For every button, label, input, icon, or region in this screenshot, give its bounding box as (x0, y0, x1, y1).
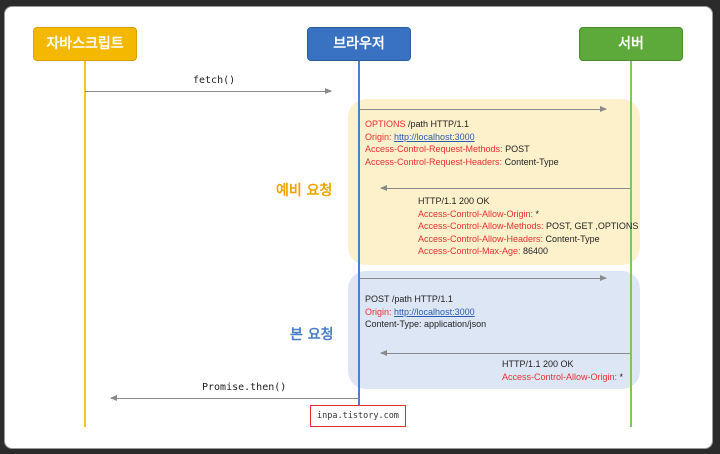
post-request-arrow (360, 275, 607, 281)
browser-lifeline (358, 59, 360, 427)
options-origin-line: Origin: http://localhost:3000 (365, 131, 475, 142)
options-request-line: OPTIONS /path HTTP/1.1 (365, 119, 470, 129)
promise-then-label: Promise.then() (202, 382, 287, 393)
main-section-label: 본 요청 (290, 327, 334, 343)
fetch-label: fetch() (193, 75, 236, 86)
preflight-response-arrow (380, 185, 630, 191)
main-status-line: HTTP/1.1 200 OK (502, 359, 574, 369)
diagram-canvas: 자바스크립트 브라우저 서버 fetch() OPTIONS /path HTT… (4, 6, 713, 449)
origin-link[interactable]: http://localhost:3000 (394, 307, 475, 317)
request-methods-line: Access-Control-Request-Methods: POST (365, 144, 530, 154)
actor-browser: 브라우저 (307, 27, 411, 61)
request-headers-line: Access-Control-Request-Headers: Content-… (365, 156, 559, 167)
fetch-arrow (85, 88, 332, 94)
main-allow-origin-line: Access-Control-Allow-Origin: * (502, 371, 624, 382)
options-request-text: OPTIONS /path HTTP/1.1 Origin: http://lo… (365, 118, 559, 168)
promise-then-arrow (110, 395, 359, 401)
allow-methods-line: Access-Control-Allow-Methods: POST, GET … (418, 221, 639, 231)
preflight-status-line: HTTP/1.1 200 OK (418, 196, 490, 206)
post-request-line: POST /path HTTP/1.1 (365, 294, 453, 304)
actor-server: 서버 (579, 27, 683, 61)
max-age-line: Access-Control-Max-Age: 86400 (418, 246, 549, 256)
main-response-text: HTTP/1.1 200 OK Access-Control-Allow-Ori… (502, 358, 623, 383)
origin-link[interactable]: http://localhost:3000 (394, 132, 475, 142)
javascript-lifeline (84, 59, 86, 427)
allow-headers-line: Access-Control-Allow-Headers: Content-Ty… (418, 233, 600, 244)
preflight-response-text: HTTP/1.1 200 OK Access-Control-Allow-Ori… (418, 195, 638, 258)
main-response-arrow (380, 350, 630, 356)
watermark: inpa.tistory.com (310, 405, 406, 427)
content-type-line: Content-Type: application/json (365, 319, 487, 329)
actor-javascript: 자바스크립트 (33, 27, 137, 61)
allow-origin-line: Access-Control-Allow-Origin: * (418, 208, 540, 219)
post-origin-line: Origin: http://localhost:3000 (365, 306, 475, 317)
preflight-section-label: 예비 요청 (276, 183, 333, 199)
options-request-arrow (360, 106, 607, 112)
post-request-text: POST /path HTTP/1.1 Origin: http://local… (365, 293, 486, 331)
